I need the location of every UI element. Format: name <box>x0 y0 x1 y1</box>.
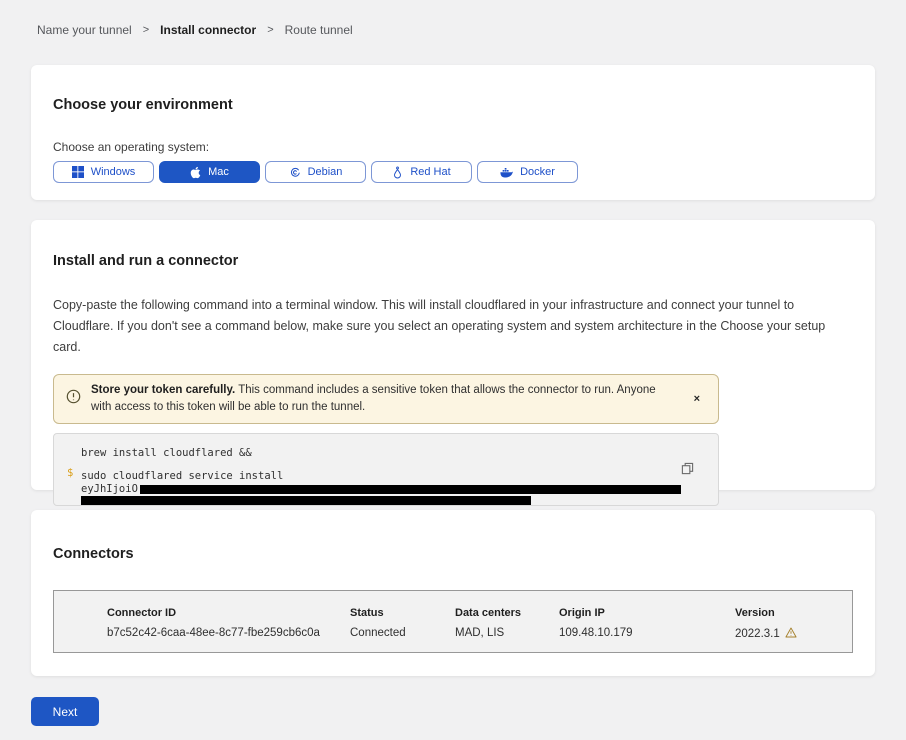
col-header-data-centers: Data centers <box>455 607 521 619</box>
tunnel-setup-page: Name your tunnel > Install connector > R… <box>0 0 906 740</box>
choose-environment-card: Choose your environment Choose an operat… <box>31 65 875 200</box>
code-line-2: sudo cloudflared service install <box>81 470 718 482</box>
redacted-token-bar <box>140 485 681 494</box>
close-icon[interactable]: × <box>690 391 704 407</box>
cell-connector-id: b7c52c42-6caa-48ee-8c77-fbe259cb6c0a <box>107 627 320 639</box>
next-button[interactable]: Next <box>31 697 99 726</box>
breadcrumb-route-tunnel[interactable]: Route tunnel <box>285 23 353 37</box>
os-select-label: Choose an operating system: <box>53 140 875 154</box>
cell-status: Connected <box>350 627 406 639</box>
connector-description: Copy-paste the following command into a … <box>53 295 853 358</box>
version-warning-triangle-icon <box>785 627 797 641</box>
os-button-group: Windows Mac Debian <box>53 161 875 183</box>
card-title: Choose your environment <box>53 65 875 113</box>
col-header-origin-ip: Origin IP <box>559 607 605 619</box>
card-title: Install and run a connector <box>53 220 875 269</box>
redacted-token-bar <box>81 496 531 505</box>
cell-origin-ip: 109.48.10.179 <box>559 627 633 639</box>
copy-icon[interactable] <box>681 462 694 478</box>
os-button-mac[interactable]: Mac <box>159 161 260 183</box>
breadcrumb-separator: > <box>267 24 273 36</box>
code-line-1: brew install cloudflared && <box>81 447 718 459</box>
docker-logo-icon <box>500 167 513 178</box>
breadcrumb: Name your tunnel > Install connector > R… <box>37 23 353 37</box>
breadcrumb-install-connector[interactable]: Install connector <box>160 23 256 37</box>
windows-logo-icon <box>72 166 84 178</box>
os-button-label: Windows <box>91 166 136 178</box>
apple-logo-icon <box>190 166 201 179</box>
os-button-docker[interactable]: Docker <box>477 161 578 183</box>
connectors-table: Connector ID Status Data centers Origin … <box>53 590 853 653</box>
os-button-redhat[interactable]: Red Hat <box>371 161 472 183</box>
os-button-label: Mac <box>208 166 229 178</box>
col-header-version: Version <box>735 607 775 619</box>
col-header-connector-id: Connector ID <box>107 607 176 619</box>
token-warning-callout: Store your token carefully. This command… <box>53 374 719 424</box>
os-button-label: Debian <box>308 166 343 178</box>
col-header-status: Status <box>350 607 384 619</box>
connectors-card: Connectors Connector ID Status Data cent… <box>31 510 875 676</box>
token-prefix: eyJhIjoiO <box>81 483 138 495</box>
card-title: Connectors <box>53 510 875 562</box>
os-button-windows[interactable]: Windows <box>53 161 154 183</box>
token-warning-text: Store your token carefully. This command… <box>91 382 663 416</box>
redhat-logo-icon <box>392 166 403 179</box>
cell-version: 2022.3.1 <box>735 627 797 641</box>
os-button-label: Red Hat <box>410 166 450 178</box>
os-button-debian[interactable]: Debian <box>265 161 366 183</box>
cell-data-centers: MAD, LIS <box>455 627 504 639</box>
shell-prompt: $ <box>67 467 73 479</box>
warning-circle-icon <box>66 389 81 409</box>
install-command-codeblock: brew install cloudflared && $ sudo cloud… <box>53 433 719 506</box>
breadcrumb-name-your-tunnel[interactable]: Name your tunnel <box>37 23 132 37</box>
install-connector-card: Install and run a connector Copy-paste t… <box>31 220 875 490</box>
debian-logo-icon <box>289 166 301 178</box>
breadcrumb-separator: > <box>143 24 149 36</box>
code-line-3: eyJhIjoiO <box>81 483 718 495</box>
os-button-label: Docker <box>520 166 555 178</box>
